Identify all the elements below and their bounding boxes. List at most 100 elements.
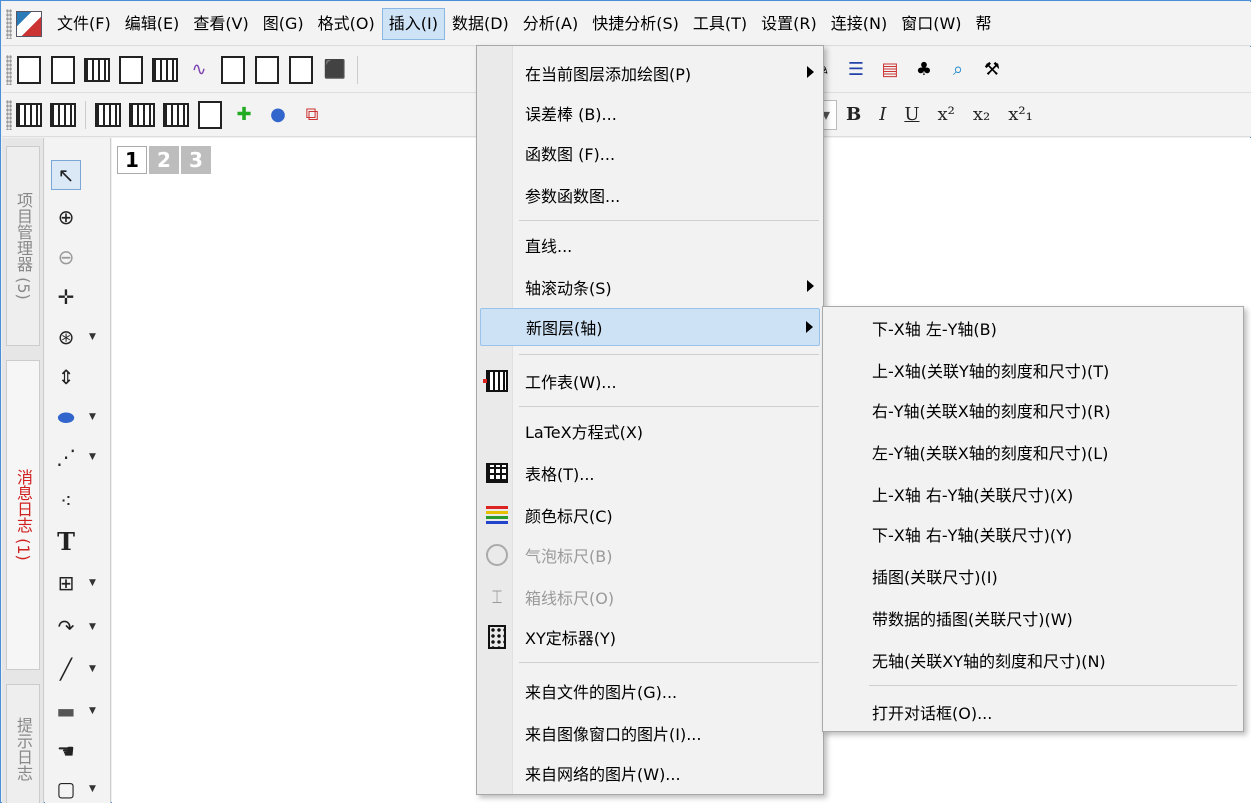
supersubscript-icon[interactable]: x²₁ (1008, 104, 1033, 125)
submenu-item-open-dialog[interactable]: 打开对话框(O)... (826, 693, 1240, 731)
new-function-icon[interactable]: ∿ (185, 56, 213, 84)
submenu-item-top-x-right-y[interactable]: 上-X轴 右-Y轴(关联尺寸)(X) (826, 475, 1240, 513)
new-matrix-icon[interactable] (151, 56, 179, 84)
hint-log-tab[interactable]: 提示日志 (6, 684, 40, 803)
text-tool-icon[interactable]: T (51, 526, 81, 556)
hierarchy-icon[interactable]: ♣ (910, 56, 938, 84)
import-icon[interactable] (15, 101, 43, 129)
add-plot-icon[interactable]: ✚ (230, 101, 258, 129)
menubar-grip[interactable] (6, 8, 12, 39)
zoom-out-icon[interactable]: ⊖ (51, 242, 81, 272)
submenu-item-left-y[interactable]: 左-Y轴(关联X轴的刻度和尺寸)(L) (826, 433, 1240, 471)
submenu-item-inset-with-data[interactable]: 带数据的插图(关联尺寸)(W) (826, 599, 1240, 637)
submenu-item-right-y[interactable]: 右-Y轴(关联X轴的刻度和尺寸)(R) (826, 391, 1240, 429)
menu-item-parametric-plot[interactable]: 参数函数图... (480, 176, 820, 214)
layer-tab-3[interactable]: 3 (181, 146, 211, 174)
submenu-item-bottom-x-left-y[interactable]: 下-X轴 左-Y轴(B) (826, 309, 1240, 347)
menu-edit[interactable]: 编辑(E) (118, 8, 187, 40)
menu-graph[interactable]: 图(G) (256, 8, 311, 40)
menu-item-axis-scroller[interactable]: 轴滚动条(S) (480, 268, 820, 306)
app-icon[interactable] (16, 10, 42, 37)
rectangle-annotation-icon[interactable]: ⊞ ▼ (51, 568, 96, 598)
menu-item-picture-web[interactable]: 来自网络的图片(W)... (480, 754, 820, 792)
subscript-icon[interactable]: x₂ (973, 104, 990, 125)
menu-format[interactable]: 格式(O) (311, 8, 382, 40)
add-column-icon[interactable] (94, 101, 122, 129)
menu-insert[interactable]: 插入(I) (381, 7, 445, 40)
data-reader-icon[interactable]: ⊛ ▼ (51, 322, 96, 352)
import-ascii-icon[interactable] (49, 101, 77, 129)
object-icon[interactable]: ▢ ▼ (51, 774, 96, 803)
underline-icon[interactable]: U (904, 104, 919, 125)
menu-item-bubble-scale[interactable]: 气泡标尺(B) (480, 536, 820, 574)
menu-item-line[interactable]: 直线... (480, 226, 820, 264)
draw-data-icon[interactable]: ⁖ (51, 486, 81, 516)
new-project-icon[interactable] (15, 56, 43, 84)
new-folder-icon[interactable] (49, 56, 77, 84)
menu-analysis[interactable]: 分析(A) (516, 8, 585, 40)
pointer-icon[interactable]: ↖ (51, 160, 81, 190)
toolbar-grip[interactable] (6, 54, 12, 85)
list-icon[interactable]: ☰ (842, 56, 870, 84)
zoom-search-icon[interactable]: ⌕ (944, 56, 972, 84)
more-tools-icon[interactable]: ⧉ (298, 101, 326, 129)
layer-tab-2[interactable]: 2 (149, 146, 179, 174)
submenu-item-no-axes[interactable]: 无轴(关联XY轴的刻度和尺寸)(N) (826, 641, 1240, 679)
open-template-icon[interactable]: ⬛ (321, 56, 349, 84)
menu-item-error-bar[interactable]: 误差棒 (B)... (480, 94, 820, 132)
screen-reader-icon[interactable]: ⇕ (51, 362, 81, 392)
menu-item-xy-locator[interactable]: XY定标器(Y) (480, 618, 820, 656)
menu-settings[interactable]: 设置(R) (754, 8, 824, 40)
menu-window[interactable]: 窗口(W) (894, 8, 968, 40)
column-values-icon[interactable] (162, 101, 190, 129)
new-notes-icon[interactable] (253, 56, 281, 84)
data-selector-icon[interactable]: ⬬ ▼ (51, 402, 95, 432)
menu-item-box-scale[interactable]: ⌶ 箱线标尺(O) (480, 578, 820, 616)
menu-item-color-scale[interactable]: 颜色标尺(C) (480, 496, 820, 534)
menu-item-new-layer[interactable]: 新图层(轴) (480, 308, 820, 346)
code-builder-icon[interactable]: ⚒ (978, 56, 1006, 84)
rectangle-tool-icon[interactable]: ▬ ▼ (51, 696, 96, 726)
project-manager-tab[interactable]: 项目管理器 (5) (6, 146, 40, 346)
menu-connect[interactable]: 连接(N) (824, 8, 894, 40)
italic-icon[interactable]: I (879, 104, 886, 125)
new-graph-icon[interactable] (117, 56, 145, 84)
toolbar-separator-2 (85, 100, 86, 129)
submenu-item-bottom-x-right-y[interactable]: 下-X轴 右-Y轴(关联尺寸)(Y) (826, 515, 1240, 553)
menu-quick-analysis[interactable]: 快捷分析(S) (585, 8, 686, 40)
crosshair-icon[interactable]: ✛ (51, 282, 81, 312)
message-log-tab[interactable]: 消息日志 (1) (6, 360, 40, 670)
submenu-item-inset[interactable]: 插图(关联尺寸)(I) (826, 557, 1240, 595)
menu-file[interactable]: 文件(F) (50, 8, 118, 40)
menu-item-worksheet[interactable]: 工作表(W)... (480, 362, 820, 400)
submenu-arrow-icon (807, 280, 814, 292)
menu-tools[interactable]: 工具(T) (686, 8, 754, 40)
menu-item-add-plot[interactable]: 在当前图层添加绘图(P) (480, 54, 820, 92)
menu-data[interactable]: 数据(D) (445, 8, 516, 40)
bold-icon[interactable]: B (846, 104, 861, 125)
menu-view[interactable]: 查看(V) (186, 8, 255, 40)
hand-icon[interactable]: ☚ (51, 736, 81, 766)
toolbar-grip-2[interactable] (6, 99, 12, 130)
menu-item-picture-file[interactable]: 来自文件的图片(G)... (480, 672, 820, 710)
line-tool-icon[interactable]: ╱ ▼ (51, 654, 96, 684)
set-column-icon[interactable] (128, 101, 156, 129)
layer-tab-1[interactable]: 1 (117, 146, 147, 174)
duplicate-icon[interactable] (196, 101, 224, 129)
superscript-icon[interactable]: x² (938, 104, 955, 125)
merge-icon[interactable]: ▤ (876, 56, 904, 84)
open-icon[interactable] (287, 56, 315, 84)
zoom-in-icon[interactable]: ⊕ (51, 202, 81, 232)
curved-arrow-icon[interactable]: ↷ ▼ (51, 612, 96, 642)
new-workbook-icon[interactable] (83, 56, 111, 84)
mask-icon[interactable]: ⋰ ▼ (51, 442, 96, 472)
menu-item-latex[interactable]: LaTeX方程式(X) (480, 412, 820, 450)
new-layout-icon[interactable] (219, 56, 247, 84)
submenu-item-top-x[interactable]: 上-X轴(关联Y轴的刻度和尺寸)(T) (826, 351, 1240, 389)
menu-item-table[interactable]: 表格(T)... (480, 454, 820, 492)
rescale-icon[interactable]: ● (264, 101, 292, 129)
menu-item-label: 轴滚动条(S) (525, 279, 612, 298)
menu-help[interactable]: 帮 (969, 8, 999, 40)
menu-item-function-plot[interactable]: 函数图 (F)... (480, 134, 820, 172)
menu-item-picture-image-window[interactable]: 来自图像窗口的图片(I)... (480, 714, 820, 752)
